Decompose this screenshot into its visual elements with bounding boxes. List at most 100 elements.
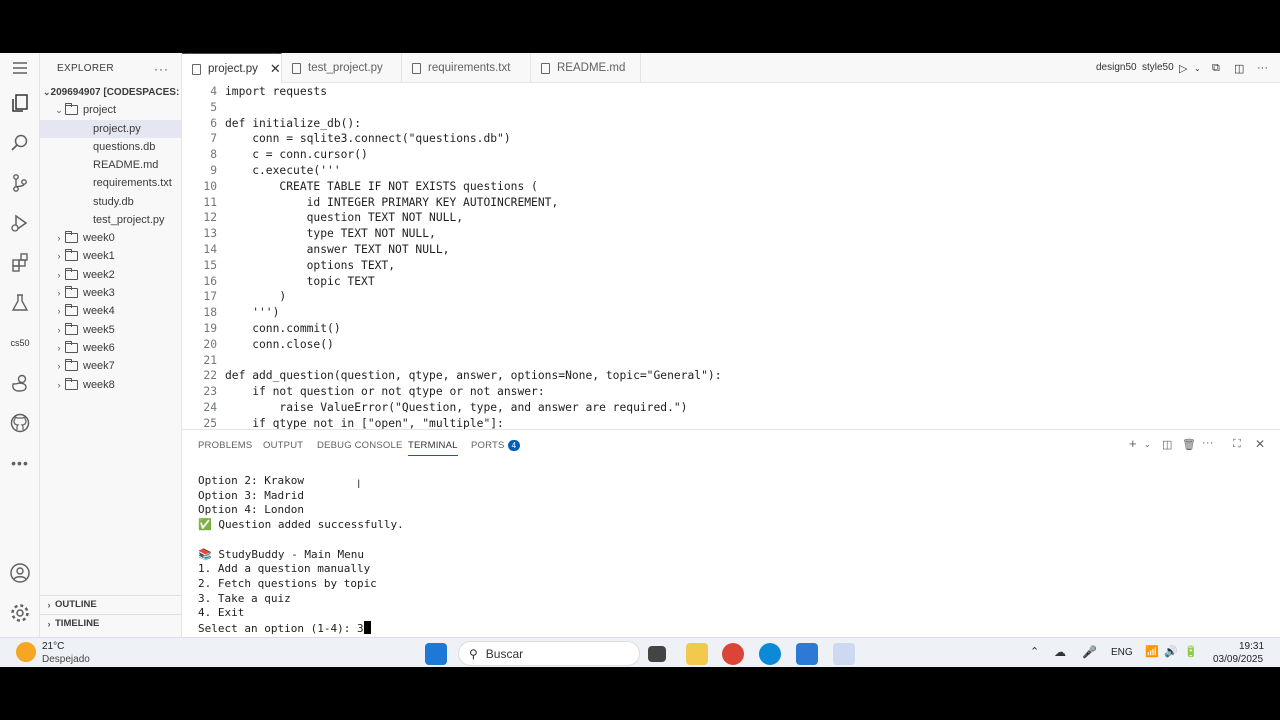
task-view-icon[interactable]	[648, 646, 666, 662]
file-label: study.db	[93, 196, 134, 208]
source-control-icon[interactable]	[0, 165, 40, 201]
file-test-project[interactable]: test_project.py	[40, 211, 182, 229]
file-icon	[192, 63, 201, 75]
code-line: if qtype not in ["open", "multiple"]:	[225, 416, 504, 429]
file-project-py[interactable]: project.py	[40, 120, 182, 138]
close-panel-icon[interactable]: ✕	[1255, 437, 1265, 451]
file-questions-db[interactable]: questions.db	[40, 138, 182, 156]
maximize-icon[interactable]: ⛶	[1233, 438, 1241, 451]
tab-terminal[interactable]: TERMINAL	[408, 440, 458, 456]
folder-week2[interactable]: › week2	[40, 266, 182, 284]
battery-icon[interactable]: 🔋	[1184, 645, 1198, 658]
microphone-icon[interactable]: 🎤	[1082, 645, 1097, 659]
clock-date[interactable]: 03/09/2025	[1213, 654, 1263, 665]
cs50-label[interactable]: cs50	[0, 325, 40, 361]
more-icon[interactable]: •••	[0, 445, 40, 481]
code-line: )	[225, 290, 287, 304]
file-explorer-icon[interactable]	[686, 643, 708, 665]
wifi-icon[interactable]: 📶	[1145, 645, 1159, 658]
folder-week5[interactable]: › week5	[40, 321, 182, 339]
search-icon[interactable]	[0, 125, 40, 161]
chevron-down-icon[interactable]: ⌄	[1194, 64, 1201, 73]
code-line: answer TEXT NOT NULL,	[225, 243, 450, 256]
file-icon	[292, 62, 301, 74]
more-icon[interactable]: ···	[1202, 437, 1214, 449]
edge-icon[interactable]	[759, 643, 781, 665]
terminal-prompt[interactable]: Select an option (1-4): 3	[198, 621, 371, 635]
tab-test-project[interactable]: test_project.py	[282, 53, 402, 83]
duck-icon[interactable]	[0, 365, 40, 401]
folder-week8[interactable]: › week8	[40, 376, 182, 394]
trash-icon[interactable]: 🗑	[1182, 438, 1196, 451]
split-terminal-icon[interactable]: ◫	[1162, 438, 1173, 451]
explorer-icon[interactable]	[0, 85, 40, 121]
code-editor[interactable]: 4 import requests 5 6 def initialize_db(): 7 …	[182, 83, 1280, 429]
file-readme[interactable]: README.md	[40, 156, 182, 174]
menu-icon[interactable]	[0, 53, 40, 83]
account-icon[interactable]	[0, 555, 40, 591]
tab-label: test_project.py	[308, 62, 383, 74]
settings-gear-icon[interactable]	[0, 595, 40, 631]
timeline-section[interactable]: › TIMELINE	[40, 614, 182, 632]
chevron-right-icon: ›	[57, 306, 61, 316]
folder-label: week3	[83, 287, 115, 299]
chevron-down-icon[interactable]: ⌄	[1144, 440, 1151, 449]
github-icon[interactable]	[0, 405, 40, 441]
tab-debug-console[interactable]: DEBUG CONSOLE	[317, 440, 402, 451]
folder-week3[interactable]: › week3	[40, 284, 182, 302]
ports-badge: 4	[507, 440, 521, 451]
clock-time[interactable]: 19:31	[1239, 641, 1264, 652]
prompt-text: Select an option (1-4): 3	[198, 622, 364, 635]
tab-requirements[interactable]: requirements.txt	[402, 53, 531, 83]
style50-button[interactable]: style50	[1142, 62, 1174, 73]
tab-problems[interactable]: PROBLEMS	[198, 440, 252, 451]
folder-icon	[65, 323, 78, 335]
tab-ports[interactable]: PORTS 4	[471, 440, 521, 451]
weather-temp[interactable]: 21°C	[42, 641, 64, 652]
weather-desc[interactable]: Despejado	[42, 654, 90, 665]
chrome-icon[interactable]	[722, 643, 744, 665]
windows-start-icon[interactable]	[425, 643, 447, 665]
folder-week7[interactable]: › week7	[40, 357, 182, 375]
line-number: 9	[210, 164, 217, 177]
code-line: c = conn.cursor()	[225, 148, 368, 162]
file-study-db[interactable]: study.db	[40, 193, 182, 211]
file-label: project.py	[93, 123, 141, 135]
tab-readme[interactable]: README.md	[531, 53, 641, 83]
bottom-panel: PROBLEMS OUTPUT DEBUG CONSOLE TERMINAL P…	[182, 429, 1280, 637]
compare-icon[interactable]: ⧉	[1212, 62, 1220, 75]
code-line: id INTEGER PRIMARY KEY AUTOINCREMENT,	[225, 195, 559, 209]
code-line: import requests	[225, 85, 328, 98]
chevron-up-icon[interactable]: ⌃	[1030, 645, 1039, 658]
run-icon[interactable]: ▷	[1179, 62, 1187, 75]
split-editor-icon[interactable]: ◫	[1234, 62, 1244, 75]
run-debug-icon[interactable]	[0, 205, 40, 241]
more-actions-icon[interactable]: ···	[154, 62, 169, 76]
volume-icon[interactable]: 🔊	[1164, 645, 1178, 658]
close-icon[interactable]: ✕	[270, 61, 281, 77]
vscode-icon[interactable]	[796, 643, 818, 665]
chevron-right-icon: ›	[57, 270, 61, 280]
taskbar-search[interactable]: ⚲ Buscar	[458, 641, 640, 666]
folder-week4[interactable]: › week4	[40, 302, 182, 320]
weather-sun-icon[interactable]	[16, 642, 36, 662]
onedrive-cloud-icon[interactable]: ☁	[1054, 645, 1066, 659]
outline-section[interactable]: › OUTLINE	[40, 595, 182, 613]
snipping-tool-icon[interactable]	[833, 643, 855, 665]
file-requirements[interactable]: requirements.txt	[40, 174, 182, 192]
folder-project[interactable]: ⌄ project	[40, 101, 182, 119]
code-line: conn.close()	[225, 337, 334, 351]
folder-week0[interactable]: › week0	[40, 229, 182, 247]
testing-flask-icon[interactable]	[0, 285, 40, 321]
design50-button[interactable]: design50	[1096, 62, 1137, 73]
extensions-icon[interactable]	[0, 245, 40, 281]
workspace-root[interactable]: ⌄ 209694907 [CODESPACES: ...	[40, 83, 182, 101]
folder-week1[interactable]: › week1	[40, 247, 182, 265]
new-terminal-icon[interactable]: +	[1129, 436, 1137, 451]
folder-week6[interactable]: › week6	[40, 339, 182, 357]
more-icon[interactable]: ···	[1257, 62, 1268, 74]
tab-project-py[interactable]: project.py ✕	[182, 53, 282, 84]
line-number: 16	[203, 274, 217, 288]
language-indicator[interactable]: ENG	[1111, 647, 1133, 658]
tab-output[interactable]: OUTPUT	[263, 440, 303, 451]
